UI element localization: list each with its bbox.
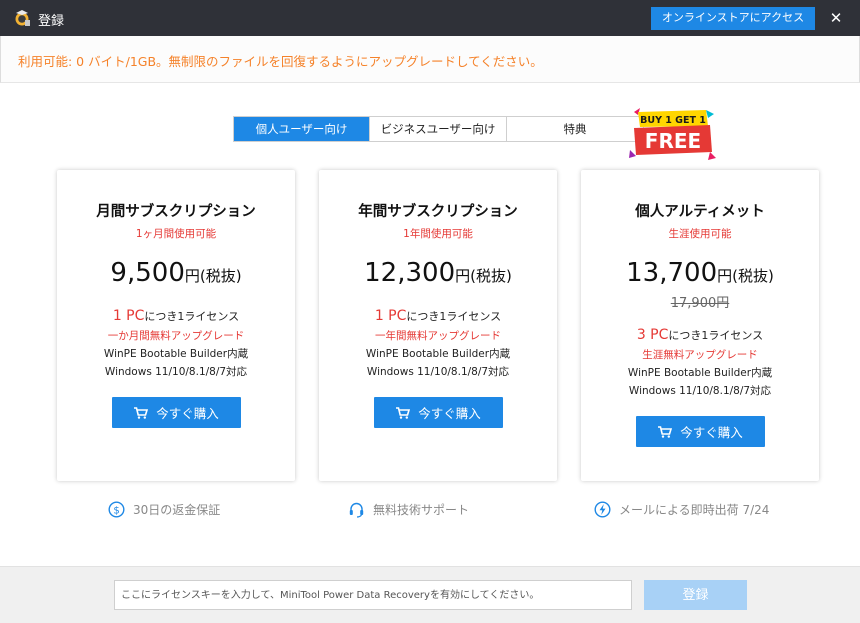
plan-tabs: 個人ユーザー向け ビジネスユーザー向け 特典 xyxy=(233,116,644,142)
buy-now-label: 今すぐ購入 xyxy=(680,425,743,440)
plan-title: 年間サブスクリプション xyxy=(358,204,518,220)
online-store-button[interactable]: オンラインストアにアクセス xyxy=(651,7,815,30)
window-title: 登録 xyxy=(38,14,65,29)
close-icon[interactable]: ✕ xyxy=(824,7,848,30)
plan-upgrade: 生涯無料アップグレード xyxy=(642,349,758,361)
buy-now-button[interactable]: 今すぐ購入 xyxy=(636,416,765,447)
register-button[interactable]: 登録 xyxy=(644,580,747,610)
plan-license-count: 3 PC xyxy=(636,327,669,343)
tab-personal[interactable]: 個人ユーザー向け xyxy=(234,117,370,141)
plan-price-unit: 円(税抜) xyxy=(184,267,242,285)
plan-license: 3 PCにつき1ライセンス xyxy=(581,324,819,343)
plan-price: 9,500円(税抜) xyxy=(57,258,295,288)
plan-feature-winpe: WinPE Bootable Builder内蔵 xyxy=(627,367,773,379)
plan-price: 13,700円(税抜) xyxy=(581,258,819,288)
plan-price-value: 12,300 xyxy=(364,258,456,288)
lightning-icon xyxy=(594,500,611,518)
plan-license-count: 1 PC xyxy=(112,308,145,324)
plan-subtitle: 1ヶ月間使用可能 xyxy=(135,228,217,240)
buy-now-label: 今すぐ購入 xyxy=(156,406,219,421)
plan-feature-windows: Windows 11/10/8.1/8/7対応 xyxy=(104,366,248,378)
cart-icon xyxy=(658,425,673,438)
plan-license-text: につき1ライセンス xyxy=(668,329,764,342)
plan-upgrade: 一か月間無料アップグレード xyxy=(107,330,245,342)
upgrade-notice-text: 利用可能: 0 バイト/1GB。無制限のファイルを回復するようにアップグレードし… xyxy=(18,54,543,69)
plan-license: 1 PCにつき1ライセンス xyxy=(57,305,295,324)
tab-offers[interactable]: 特典 xyxy=(507,117,643,141)
buy-now-button[interactable]: 今すぐ購入 xyxy=(112,397,241,428)
buy-now-label: 今すぐ購入 xyxy=(418,406,481,421)
buy-now-button[interactable]: 今すぐ購入 xyxy=(374,397,503,428)
assurance-money-back: $ 30日の返金保証 xyxy=(108,498,220,520)
svg-text:$: $ xyxy=(113,505,119,516)
plan-card-ultimate: 個人アルティメット 生涯使用可能 13,700円(税抜) 17,900円 3 P… xyxy=(581,170,819,481)
plan-price-unit: 円(税抜) xyxy=(717,267,774,285)
plan-price-unit: 円(税抜) xyxy=(455,267,512,285)
promo-line-2: FREE xyxy=(645,129,701,153)
plan-license-text: につき1ライセンス xyxy=(144,310,240,323)
buy1get1-promo-badge[interactable]: BUY 1 GET 1 FREE xyxy=(626,106,718,166)
cart-icon xyxy=(134,406,149,419)
assurance-support: 無料技術サポート xyxy=(348,498,469,520)
tab-business[interactable]: ビジネスユーザー向け xyxy=(370,117,507,141)
assurance-text: 無料技術サポート xyxy=(373,502,470,517)
plan-card-yearly: 年間サブスクリプション 1年間使用可能 12,300円(税抜) 1 PCにつき1… xyxy=(319,170,557,481)
money-back-icon: $ xyxy=(108,500,125,518)
plan-title: 個人アルティメット xyxy=(635,204,765,220)
plan-price: 12,300円(税抜) xyxy=(319,258,557,288)
plan-upgrade: 一年間無料アップグレード xyxy=(375,330,501,342)
promo-line-1: BUY 1 GET 1 xyxy=(640,115,706,126)
headset-icon xyxy=(349,502,364,518)
plan-feature-windows: Windows 11/10/8.1/8/7対応 xyxy=(366,366,510,378)
plan-price-value: 13,700 xyxy=(626,258,718,288)
assurance-text: メールによる即時出荷 7/24 xyxy=(619,502,770,517)
plan-feature-windows: Windows 11/10/8.1/8/7対応 xyxy=(628,385,772,397)
plan-feature-winpe: WinPE Bootable Builder内蔵 xyxy=(103,348,249,360)
plan-feature-winpe: WinPE Bootable Builder内蔵 xyxy=(365,348,511,360)
plan-title: 月間サブスクリプション xyxy=(96,204,256,220)
assurance-text: 30日の返金保証 xyxy=(133,502,221,517)
cart-icon xyxy=(396,406,411,419)
plan-license: 1 PCにつき1ライセンス xyxy=(319,305,557,324)
plan-old-price: 17,900円 xyxy=(670,296,730,311)
app-logo-icon xyxy=(15,10,30,26)
plan-license-count: 1 PC xyxy=(374,308,407,324)
upgrade-notice-bar: 利用可能: 0 バイト/1GB。無制限のファイルを回復するようにアップグレードし… xyxy=(0,36,860,83)
license-footer: 登録 xyxy=(0,566,860,623)
license-key-input[interactable] xyxy=(114,580,632,610)
plan-subtitle: 生涯使用可能 xyxy=(668,228,732,240)
plan-license-text: につき1ライセンス xyxy=(406,310,502,323)
title-bar: 登録 オンラインストアにアクセス ✕ xyxy=(0,0,860,36)
plan-card-monthly: 月間サブスクリプション 1ヶ月間使用可能 9,500円(税抜) 1 PCにつき1… xyxy=(57,170,295,481)
plan-subtitle: 1年間使用可能 xyxy=(403,228,473,240)
plan-price-value: 9,500 xyxy=(110,258,185,288)
assurance-instant-delivery: メールによる即時出荷 7/24 xyxy=(594,498,769,520)
